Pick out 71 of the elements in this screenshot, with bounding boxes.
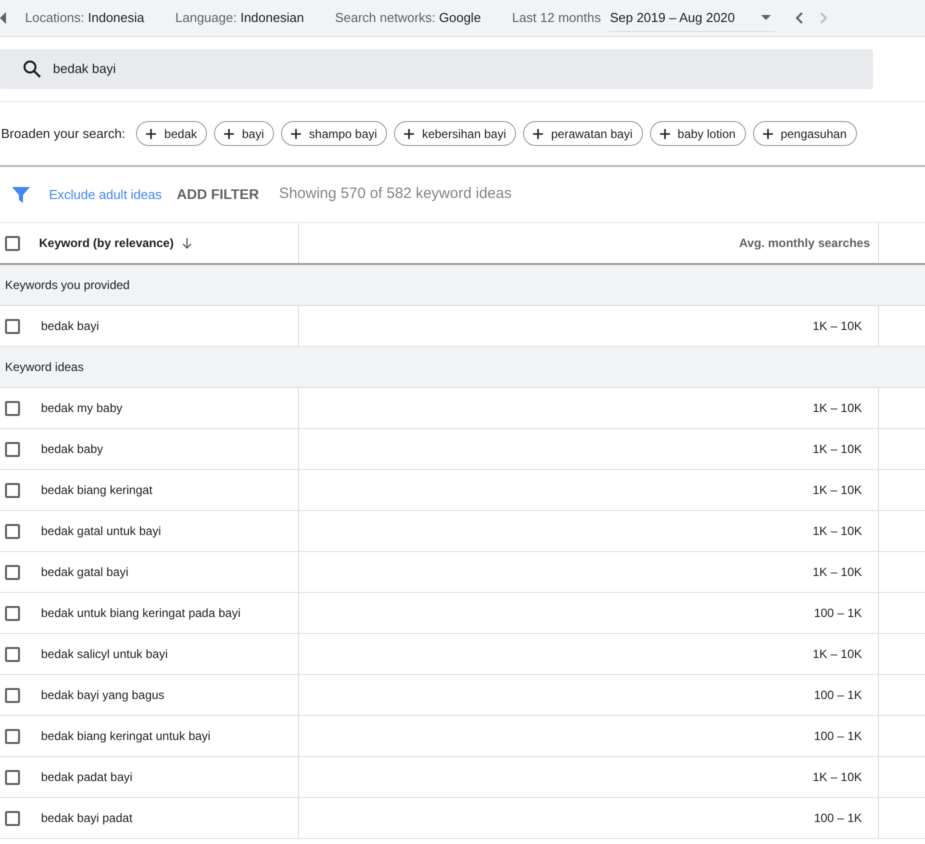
checkbox[interactable]	[5, 770, 20, 784]
searches-cell-text: 1K – 10K	[812, 564, 862, 581]
date-range-dropdown[interactable]: Sep 2019 – Aug 2020	[608, 4, 775, 32]
suggestion-chip[interactable]: bedak	[136, 121, 207, 146]
group-heading: Keyword ideas	[5, 359, 84, 376]
checkbox[interactable]	[5, 524, 20, 538]
search-icon	[23, 60, 41, 78]
searches-cell-text: 100 – 1K	[814, 687, 862, 704]
filter-setting[interactable]: Language: Indonesian	[175, 8, 304, 28]
checkbox[interactable]	[5, 564, 20, 580]
searches-cell-text: 1K – 10K	[812, 482, 862, 499]
keyword-cell-text: bedak biang keringat untuk bayi	[41, 728, 210, 745]
plus-icon	[224, 128, 234, 138]
keyword-cell-text: bedak baby	[41, 441, 104, 458]
checkbox[interactable]	[5, 810, 20, 826]
suggestion-chip[interactable]: pengasuhan	[752, 121, 857, 146]
checkbox[interactable]	[5, 236, 20, 250]
filter-setting[interactable]: Search networks: Google	[334, 8, 481, 28]
searches-cell-text: 1K – 10K	[812, 523, 862, 540]
plus-icon	[533, 128, 544, 138]
checkbox[interactable]	[5, 442, 20, 456]
add-filter-button[interactable]: ADD FILTER	[176, 184, 259, 205]
previous-icon[interactable]	[794, 12, 803, 24]
keyword-cell-text: bedak padat bayi	[41, 769, 132, 786]
searches-cell-text: 100 – 1K	[814, 728, 862, 745]
filter-setting[interactable]: Locations: Indonesia	[25, 8, 144, 28]
filter-icon[interactable]	[12, 186, 30, 202]
exclude-adult-link[interactable]: Exclude adult ideas	[49, 184, 162, 204]
collapse-arrow-icon[interactable]	[0, 12, 6, 24]
checkbox[interactable]	[5, 646, 20, 662]
keyword-cell-text: bedak my baby	[41, 400, 122, 417]
keyword-cell-text: bedak bayi padat	[41, 810, 132, 827]
checkbox[interactable]	[5, 728, 20, 744]
suggestion-chip[interactable]: perawatan bayi	[523, 121, 643, 146]
checkbox[interactable]	[5, 318, 20, 334]
caret-icon	[760, 15, 771, 20]
keyword-cell-text: bedak untuk biang keringat pada bayi	[41, 605, 240, 622]
plus-icon	[404, 128, 414, 138]
searches-cell-text: 1K – 10K	[812, 769, 862, 786]
searches-cell-text: 1K – 10K	[812, 646, 862, 663]
suggestion-chip[interactable]: shampo bayi	[281, 121, 388, 146]
keyword-cell-text: bedak gatal bayi	[41, 564, 128, 581]
column-header[interactable]: Keyword (by relevance)	[39, 234, 174, 252]
suggestion-chip[interactable]: bayi	[214, 121, 274, 146]
result-count: Showing 570 of 582 keyword ideas	[278, 184, 512, 204]
checkbox[interactable]	[5, 688, 20, 702]
keyword-cell-text: bedak bayi yang bagus	[41, 687, 164, 704]
keyword-cell-text: bedak salicyl untuk bayi	[41, 646, 168, 663]
suggestion-chip[interactable]: kebersihan bayi	[394, 121, 516, 146]
group-heading: Keywords you provided	[5, 277, 130, 294]
searches-cell-text: 100 – 1K	[814, 810, 862, 827]
plus-icon	[291, 128, 302, 138]
search-field[interactable]: bedak bayi	[0, 49, 873, 89]
plus-icon	[146, 128, 156, 138]
sort-down-icon[interactable]	[182, 238, 192, 248]
plus-icon	[660, 128, 670, 138]
suggestion-chip[interactable]: baby lotion	[650, 121, 746, 146]
keyword-cell-text: bedak gatal untuk bayi	[41, 523, 162, 540]
column-header[interactable]: Avg. monthly searches	[739, 234, 870, 252]
searches-cell-text: 1K – 10K	[812, 441, 862, 458]
searches-cell-text: 1K – 10K	[812, 318, 862, 335]
broaden-label: Broaden your search:	[1, 124, 126, 143]
searches-cell-text: 100 – 1K	[814, 605, 862, 622]
date-range-label: Last 12 months	[512, 9, 601, 28]
checkbox[interactable]	[5, 606, 20, 620]
keyword-cell-text: bedak biang keringat	[41, 482, 152, 499]
checkbox[interactable]	[5, 482, 20, 498]
checkbox[interactable]	[5, 400, 20, 416]
searches-cell-text: 1K – 10K	[812, 400, 862, 417]
keyword-cell-text: bedak bayi	[41, 318, 100, 335]
plus-icon	[762, 128, 773, 138]
